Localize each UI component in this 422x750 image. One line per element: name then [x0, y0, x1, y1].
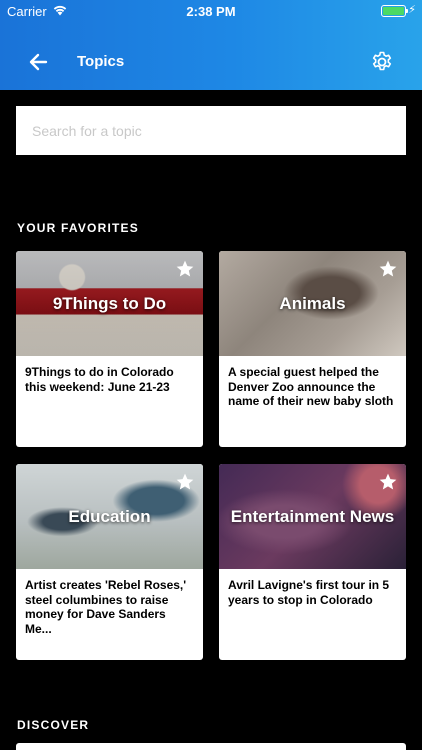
page-title: Topics	[77, 53, 125, 70]
search-input[interactable]	[16, 106, 406, 155]
discover-section-title: DISCOVER	[17, 718, 90, 732]
card-headline: Artist creates 'Rebel Roses,' steel colu…	[25, 578, 187, 636]
favorites-section-title: YOUR FAVORITES	[17, 221, 139, 235]
charging-bolt-icon: ⚡	[408, 4, 416, 16]
discover-card[interactable]	[16, 743, 406, 750]
status-time: 2:38 PM	[186, 4, 236, 19]
star-icon[interactable]	[175, 259, 195, 279]
back-button[interactable]	[26, 50, 50, 74]
status-bar: Carrier 2:38 PM ⚡	[0, 0, 422, 22]
gear-icon[interactable]	[370, 50, 394, 74]
nav-header: Carrier 2:38 PM ⚡ Topics	[0, 0, 422, 90]
topic-card-education[interactable]: Education Artist creates 'Rebel Roses,' …	[16, 464, 203, 660]
battery-icon	[381, 5, 408, 17]
star-icon[interactable]	[378, 259, 398, 279]
topic-card-entertainment-news[interactable]: Entertainment News Avril Lavigne's first…	[219, 464, 406, 660]
card-headline: 9Things to do in Colorado this weekend: …	[25, 365, 174, 394]
card-headline: Avril Lavigne's first tour in 5 years to…	[228, 578, 390, 607]
star-icon[interactable]	[378, 472, 398, 492]
star-icon[interactable]	[175, 472, 195, 492]
topic-card-9things[interactable]: 9Things to Do 9Things to do in Colorado …	[16, 251, 203, 447]
card-headline: A special guest helped the Denver Zoo an…	[228, 365, 394, 408]
topic-card-animals[interactable]: Animals A special guest helped the Denve…	[219, 251, 406, 447]
